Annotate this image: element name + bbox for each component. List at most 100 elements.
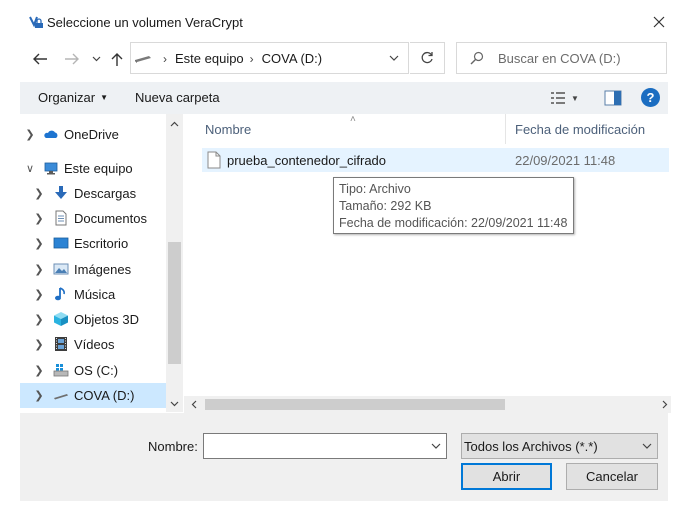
footer-panel: Nombre: Todos los Archivos (*.*) Abrir C… — [20, 413, 668, 501]
breadcrumb-chevron-icon: › — [163, 51, 167, 66]
film-icon — [55, 337, 67, 351]
address-dropdown-button[interactable] — [385, 50, 403, 66]
file-list: ˄ Nombre Fecha de modificación prueba_co… — [184, 114, 669, 396]
file-type-select[interactable]: Todos los Archivos (*.*) — [461, 433, 658, 459]
forward-button[interactable] — [61, 49, 83, 69]
search-icon — [470, 51, 484, 65]
organize-button[interactable]: Organizar ▼ — [38, 90, 108, 105]
recent-locations-button[interactable] — [89, 49, 103, 69]
column-divider[interactable] — [505, 114, 506, 144]
cancel-button[interactable]: Cancelar — [566, 463, 658, 490]
horizontal-scrollbar[interactable] — [184, 396, 671, 413]
command-bar: Organizar ▼ Nueva carpeta ▼ ? — [20, 82, 668, 114]
nav-label: Documentos — [74, 211, 147, 226]
title-bar: Seleccione un volumen VeraCrypt — [0, 0, 687, 44]
nav-item-videos[interactable]: ❯ Vídeos — [20, 332, 166, 357]
desktop-icon — [53, 237, 69, 249]
search-input[interactable] — [498, 49, 658, 67]
chevron-right-icon[interactable]: ❯ — [34, 236, 44, 250]
filename-input[interactable] — [207, 437, 419, 455]
nav-label: OneDrive — [64, 127, 119, 142]
filename-dropdown-button[interactable] — [428, 438, 444, 454]
organize-label: Organizar — [38, 90, 96, 105]
breadcrumb-chevron-icon: › — [249, 51, 254, 66]
chevron-right-icon[interactable]: ❯ — [34, 363, 44, 377]
chevron-right-icon[interactable]: ❯ — [34, 262, 44, 276]
file-icon — [207, 151, 221, 169]
close-button[interactable] — [646, 10, 672, 34]
chevron-down-icon[interactable]: ∨ — [25, 161, 35, 175]
nav-item-documentos[interactable]: ❯ Documentos — [20, 206, 166, 231]
chevron-right-icon[interactable]: ❯ — [34, 186, 44, 200]
chevron-down-icon — [170, 401, 179, 407]
tooltip-type: Tipo: Archivo — [339, 182, 411, 196]
dropdown-triangle-icon: ▼ — [571, 93, 579, 103]
chevron-right-icon[interactable]: ❯ — [34, 337, 44, 351]
nav-item-cova-d[interactable]: ❯ COVA (D:) — [20, 383, 166, 408]
up-button[interactable] — [107, 49, 127, 69]
nav-item-musica[interactable]: ❯ Música — [20, 282, 166, 307]
chevron-right-icon[interactable]: ❯ — [25, 127, 35, 141]
scroll-left-button[interactable] — [186, 397, 202, 412]
nav-label: Imágenes — [74, 262, 132, 277]
nav-item-os-c[interactable]: ❯ OS (C:) — [20, 358, 166, 383]
refresh-button[interactable] — [410, 42, 445, 74]
tooltip-size: Tamaño: 292 KB — [339, 199, 432, 213]
windows-drive-icon — [53, 364, 69, 377]
search-box[interactable] — [456, 42, 667, 74]
nav-item-imagenes[interactable]: ❯ Imágenes — [20, 257, 166, 282]
window-title: Seleccione un volumen VeraCrypt — [47, 15, 243, 30]
filename-combobox[interactable] — [203, 433, 447, 459]
nav-label: COVA (D:) — [74, 388, 135, 403]
column-header-date[interactable]: Fecha de modificación — [515, 122, 645, 137]
chevron-down-icon — [92, 56, 100, 62]
chevron-right-icon[interactable]: ❯ — [34, 211, 44, 225]
arrow-up-icon — [111, 52, 123, 66]
new-folder-button[interactable]: Nueva carpeta — [135, 90, 220, 105]
chevron-up-icon — [170, 121, 179, 127]
nav-item-descargas[interactable]: ❯ Descargas — [20, 181, 166, 206]
document-icon — [55, 210, 67, 226]
file-row[interactable]: prueba_contenedor_cifrado 22/09/2021 11:… — [202, 148, 669, 172]
nav-label: Música — [74, 287, 116, 302]
help-button[interactable]: ? — [641, 88, 660, 107]
preview-pane-icon[interactable] — [604, 90, 622, 106]
file-modified-date: 22/09/2021 11:48 — [515, 153, 616, 168]
music-note-icon — [55, 287, 65, 301]
chevron-right-icon[interactable]: ❯ — [34, 388, 44, 402]
arrow-right-icon — [65, 53, 79, 65]
scroll-thumb[interactable] — [168, 242, 181, 364]
file-type-selected: Todos los Archivos (*.*) — [464, 439, 598, 454]
open-button[interactable]: Abrir — [461, 463, 552, 490]
back-button[interactable] — [29, 49, 51, 69]
navigation-scrollbar[interactable] — [166, 114, 183, 412]
address-bar[interactable]: › Este equipo › COVA (D:) — [130, 42, 409, 74]
usb-drive-icon — [135, 56, 151, 63]
chevron-down-icon — [389, 55, 399, 61]
tooltip-modified: Fecha de modificación: 22/09/2021 11:48 — [339, 216, 568, 230]
nav-item-escritorio[interactable]: ❯ Escritorio — [20, 231, 166, 256]
breadcrumb-este-equipo[interactable]: Este equipo — [175, 51, 244, 66]
chevron-right-icon[interactable]: ❯ — [34, 312, 44, 326]
breadcrumb-cova-d[interactable]: COVA (D:) — [262, 51, 322, 66]
chevron-right-icon — [662, 400, 668, 409]
nav-label: Este equipo — [64, 161, 133, 176]
scroll-right-button[interactable] — [659, 397, 671, 412]
nav-item-onedrive[interactable]: ❯ OneDrive — [20, 122, 166, 147]
nav-label: Descargas — [74, 186, 137, 201]
chevron-down-icon — [642, 443, 652, 449]
change-view-button[interactable]: ▼ — [550, 88, 584, 108]
navigation-pane: ❯ OneDrive ∨ Este equipo ❯ Descargas ❯ D… — [20, 114, 166, 412]
sort-ascending-icon: ˄ — [350, 114, 356, 125]
nav-item-este-equipo[interactable]: ∨ Este equipo — [20, 156, 166, 181]
scroll-up-button[interactable] — [166, 116, 183, 132]
file-type-dropdown-button[interactable] — [639, 438, 655, 454]
file-tooltip: Tipo: Archivo Tamaño: 292 KB Fecha de mo… — [333, 177, 574, 234]
chevron-left-icon — [191, 400, 197, 409]
nav-item-objetos-3d[interactable]: ❯ Objetos 3D — [20, 307, 166, 332]
scroll-thumb[interactable] — [205, 399, 505, 410]
scroll-down-button[interactable] — [166, 396, 183, 412]
column-header-name[interactable]: Nombre — [205, 122, 251, 137]
nav-label: Objetos 3D — [74, 312, 140, 327]
chevron-right-icon[interactable]: ❯ — [34, 287, 44, 301]
